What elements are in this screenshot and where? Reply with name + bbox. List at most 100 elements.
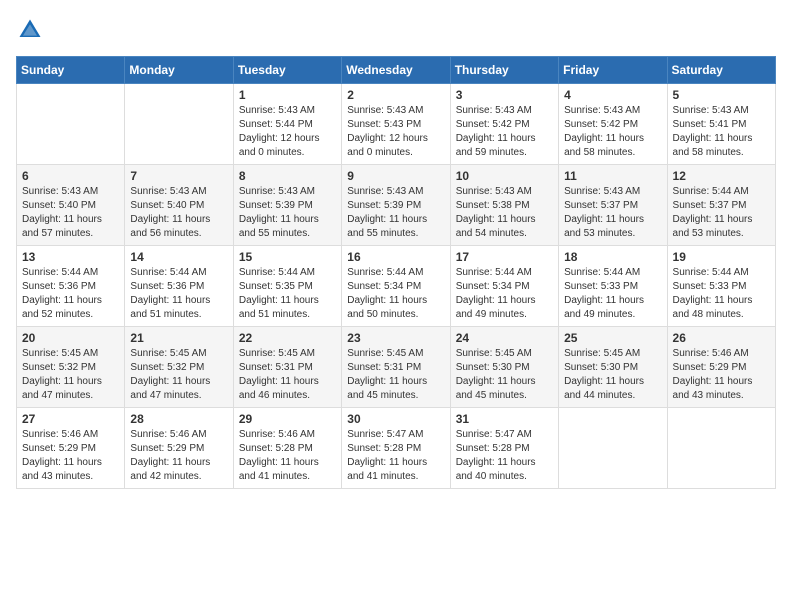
calendar-cell: 17 Sunrise: 5:44 AM Sunset: 5:34 PM Dayli…: [450, 246, 558, 327]
day-info: Sunrise: 5:47 AM Sunset: 5:28 PM Dayligh…: [347, 428, 444, 484]
calendar-cell: 29 Sunrise: 5:46 AM Sunset: 5:28 PM Dayli…: [233, 408, 341, 489]
weekday-header: Thursday: [450, 57, 558, 84]
day-info: Sunrise: 5:45 AM Sunset: 5:31 PM Dayligh…: [347, 347, 444, 403]
day-number: 27: [22, 412, 119, 426]
calendar-week-row: 27 Sunrise: 5:46 AM Sunset: 5:29 PM Dayli…: [17, 408, 776, 489]
day-info: Sunrise: 5:44 AM Sunset: 5:33 PM Dayligh…: [564, 266, 661, 322]
day-number: 4: [564, 88, 661, 102]
day-info: Sunrise: 5:45 AM Sunset: 5:30 PM Dayligh…: [564, 347, 661, 403]
day-info: Sunrise: 5:47 AM Sunset: 5:28 PM Dayligh…: [456, 428, 553, 484]
day-info: Sunrise: 5:43 AM Sunset: 5:41 PM Dayligh…: [673, 104, 770, 160]
calendar-week-row: 6Sunrise: 5:43 AM Sunset: 5:40 PM Daylig…: [17, 165, 776, 246]
day-info: Sunrise: 5:45 AM Sunset: 5:30 PM Dayligh…: [456, 347, 553, 403]
calendar-cell: 31 Sunrise: 5:47 AM Sunset: 5:28 PM Dayli…: [450, 408, 558, 489]
calendar-cell: 9Sunrise: 5:43 AM Sunset: 5:39 PM Daylig…: [342, 165, 450, 246]
day-number: 25: [564, 331, 661, 345]
calendar-cell: 30 Sunrise: 5:47 AM Sunset: 5:28 PM Dayli…: [342, 408, 450, 489]
calendar-cell: [125, 84, 233, 165]
day-number: 10: [456, 169, 553, 183]
day-info: Sunrise: 5:44 AM Sunset: 5:35 PM Dayligh…: [239, 266, 336, 322]
calendar-cell: 28 Sunrise: 5:46 AM Sunset: 5:29 PM Dayli…: [125, 408, 233, 489]
page-header: [16, 16, 776, 44]
day-info: Sunrise: 5:45 AM Sunset: 5:31 PM Dayligh…: [239, 347, 336, 403]
weekday-header: Sunday: [17, 57, 125, 84]
day-number: 17: [456, 250, 553, 264]
calendar-cell: 26 Sunrise: 5:46 AM Sunset: 5:29 PM Dayli…: [667, 327, 775, 408]
calendar-header-row: SundayMondayTuesdayWednesdayThursdayFrid…: [17, 57, 776, 84]
day-number: 23: [347, 331, 444, 345]
day-info: Sunrise: 5:43 AM Sunset: 5:40 PM Dayligh…: [22, 185, 119, 241]
weekday-header: Saturday: [667, 57, 775, 84]
day-number: 20: [22, 331, 119, 345]
day-info: Sunrise: 5:43 AM Sunset: 5:43 PM Dayligh…: [347, 104, 444, 160]
day-info: Sunrise: 5:43 AM Sunset: 5:37 PM Dayligh…: [564, 185, 661, 241]
day-number: 5: [673, 88, 770, 102]
weekday-header: Tuesday: [233, 57, 341, 84]
day-info: Sunrise: 5:46 AM Sunset: 5:29 PM Dayligh…: [22, 428, 119, 484]
day-info: Sunrise: 5:44 AM Sunset: 5:36 PM Dayligh…: [130, 266, 227, 322]
day-number: 28: [130, 412, 227, 426]
day-info: Sunrise: 5:46 AM Sunset: 5:29 PM Dayligh…: [673, 347, 770, 403]
day-info: Sunrise: 5:43 AM Sunset: 5:42 PM Dayligh…: [564, 104, 661, 160]
calendar-cell: 24Sunrise: 5:45 AM Sunset: 5:30 PM Dayli…: [450, 327, 558, 408]
weekday-header: Friday: [559, 57, 667, 84]
calendar-cell: [559, 408, 667, 489]
calendar-cell: 2Sunrise: 5:43 AM Sunset: 5:43 PM Daylig…: [342, 84, 450, 165]
day-number: 29: [239, 412, 336, 426]
day-info: Sunrise: 5:46 AM Sunset: 5:28 PM Dayligh…: [239, 428, 336, 484]
calendar-cell: 5 Sunrise: 5:43 AM Sunset: 5:41 PM Daylig…: [667, 84, 775, 165]
calendar-cell: 3 Sunrise: 5:43 AM Sunset: 5:42 PM Daylig…: [450, 84, 558, 165]
day-number: 11: [564, 169, 661, 183]
day-number: 31: [456, 412, 553, 426]
calendar-cell: 13Sunrise: 5:44 AM Sunset: 5:36 PM Dayli…: [17, 246, 125, 327]
logo-icon: [16, 16, 44, 44]
calendar-cell: 25 Sunrise: 5:45 AM Sunset: 5:30 PM Dayli…: [559, 327, 667, 408]
calendar-cell: 10 Sunrise: 5:43 AM Sunset: 5:38 PM Dayli…: [450, 165, 558, 246]
day-number: 15: [239, 250, 336, 264]
day-number: 21: [130, 331, 227, 345]
day-number: 7: [130, 169, 227, 183]
calendar-week-row: 13Sunrise: 5:44 AM Sunset: 5:36 PM Dayli…: [17, 246, 776, 327]
calendar-cell: 15 Sunrise: 5:44 AM Sunset: 5:35 PM Dayli…: [233, 246, 341, 327]
calendar-cell: 12Sunrise: 5:44 AM Sunset: 5:37 PM Dayli…: [667, 165, 775, 246]
day-info: Sunrise: 5:43 AM Sunset: 5:40 PM Dayligh…: [130, 185, 227, 241]
calendar-cell: 18Sunrise: 5:44 AM Sunset: 5:33 PM Dayli…: [559, 246, 667, 327]
calendar-cell: 23 Sunrise: 5:45 AM Sunset: 5:31 PM Dayli…: [342, 327, 450, 408]
day-number: 14: [130, 250, 227, 264]
calendar-cell: 6Sunrise: 5:43 AM Sunset: 5:40 PM Daylig…: [17, 165, 125, 246]
day-info: Sunrise: 5:43 AM Sunset: 5:39 PM Dayligh…: [239, 185, 336, 241]
weekday-header: Wednesday: [342, 57, 450, 84]
day-info: Sunrise: 5:44 AM Sunset: 5:34 PM Dayligh…: [347, 266, 444, 322]
calendar-cell: 22 Sunrise: 5:45 AM Sunset: 5:31 PM Dayli…: [233, 327, 341, 408]
calendar-cell: 19 Sunrise: 5:44 AM Sunset: 5:33 PM Dayli…: [667, 246, 775, 327]
day-info: Sunrise: 5:43 AM Sunset: 5:42 PM Dayligh…: [456, 104, 553, 160]
day-number: 9: [347, 169, 444, 183]
calendar-cell: 1Sunrise: 5:43 AM Sunset: 5:44 PM Daylig…: [233, 84, 341, 165]
calendar-cell: 4 Sunrise: 5:43 AM Sunset: 5:42 PM Daylig…: [559, 84, 667, 165]
calendar-week-row: 20 Sunrise: 5:45 AM Sunset: 5:32 PM Dayli…: [17, 327, 776, 408]
calendar-cell: 16 Sunrise: 5:44 AM Sunset: 5:34 PM Dayli…: [342, 246, 450, 327]
calendar-cell: 20 Sunrise: 5:45 AM Sunset: 5:32 PM Dayli…: [17, 327, 125, 408]
calendar-cell: [667, 408, 775, 489]
calendar-cell: 14 Sunrise: 5:44 AM Sunset: 5:36 PM Dayli…: [125, 246, 233, 327]
day-number: 30: [347, 412, 444, 426]
day-info: Sunrise: 5:43 AM Sunset: 5:44 PM Dayligh…: [239, 104, 336, 160]
day-info: Sunrise: 5:44 AM Sunset: 5:36 PM Dayligh…: [22, 266, 119, 322]
day-number: 16: [347, 250, 444, 264]
day-number: 12: [673, 169, 770, 183]
day-info: Sunrise: 5:44 AM Sunset: 5:34 PM Dayligh…: [456, 266, 553, 322]
calendar-cell: 21 Sunrise: 5:45 AM Sunset: 5:32 PM Dayli…: [125, 327, 233, 408]
day-number: 22: [239, 331, 336, 345]
day-number: 26: [673, 331, 770, 345]
day-info: Sunrise: 5:44 AM Sunset: 5:33 PM Dayligh…: [673, 266, 770, 322]
day-info: Sunrise: 5:46 AM Sunset: 5:29 PM Dayligh…: [130, 428, 227, 484]
calendar-cell: 8 Sunrise: 5:43 AM Sunset: 5:39 PM Daylig…: [233, 165, 341, 246]
day-info: Sunrise: 5:45 AM Sunset: 5:32 PM Dayligh…: [22, 347, 119, 403]
day-info: Sunrise: 5:43 AM Sunset: 5:38 PM Dayligh…: [456, 185, 553, 241]
day-number: 19: [673, 250, 770, 264]
day-number: 8: [239, 169, 336, 183]
day-info: Sunrise: 5:45 AM Sunset: 5:32 PM Dayligh…: [130, 347, 227, 403]
day-number: 3: [456, 88, 553, 102]
calendar-cell: [17, 84, 125, 165]
weekday-header: Monday: [125, 57, 233, 84]
